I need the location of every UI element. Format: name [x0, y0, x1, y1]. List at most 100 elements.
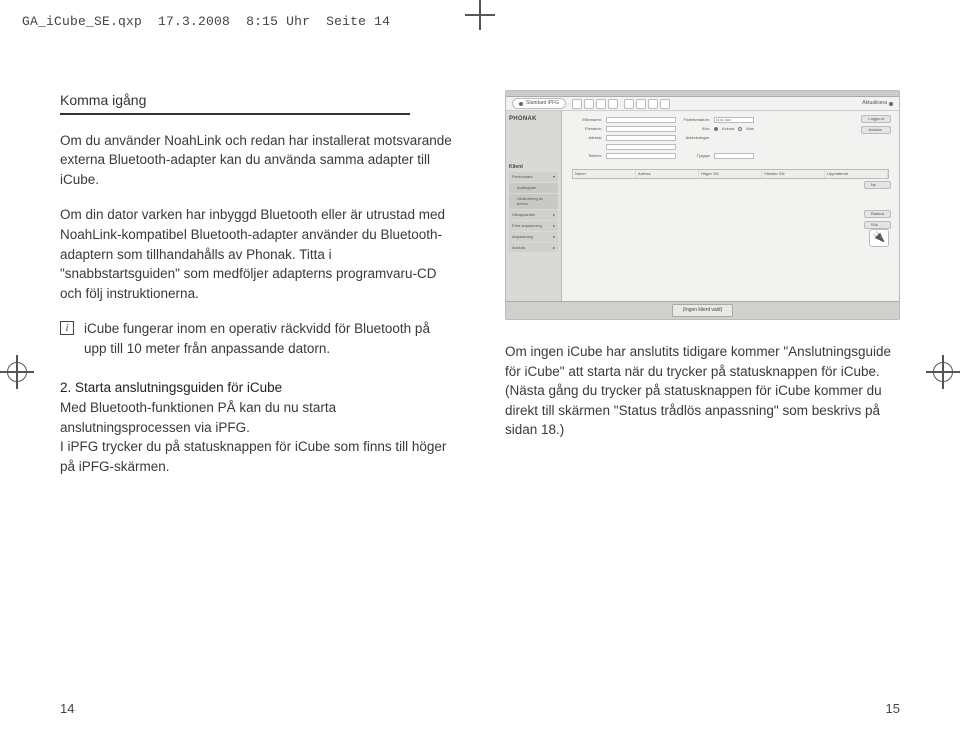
ss-tool-icon[interactable]: [660, 99, 670, 109]
ss-icon-group-1: [572, 99, 618, 109]
info-callout: i iCube fungerar inom en operativ räckvi…: [60, 319, 455, 358]
btn-label: Logga ut: [868, 116, 884, 122]
header-filename: GA_iCube_SE.qxp: [22, 14, 142, 29]
ss-brand-logo: PHONAK: [509, 115, 558, 124]
column-right: Standard iPFG Aktualisera: [505, 90, 900, 694]
crop-mark-right: [926, 355, 960, 389]
input-dob[interactable]: 01.01.1902: [714, 117, 754, 123]
ss-tool-icon[interactable]: [608, 99, 618, 109]
th-address: Adress: [636, 170, 699, 178]
input-phone[interactable]: [606, 153, 676, 159]
ss-nav-persondata[interactable]: Persondata ▾: [509, 172, 558, 182]
info-icon: i: [60, 321, 74, 335]
input-address2[interactable]: [606, 144, 676, 150]
label-dob: Födelsedatum:: [680, 117, 710, 123]
input-lastname[interactable]: [606, 117, 676, 123]
ss-nav-label: Avsluta: [512, 245, 525, 251]
ss-tool-icon[interactable]: [596, 99, 606, 109]
plug-icon: 🔌: [873, 231, 885, 246]
input-address[interactable]: [606, 135, 676, 141]
btn-label: Sök: [871, 222, 878, 228]
ss-tool-icon[interactable]: [648, 99, 658, 109]
ss-nav-label: Anpassning: [512, 234, 533, 240]
header-page: Seite 14: [326, 14, 390, 29]
ss-nav-fore[interactable]: Före anpassning ▸: [509, 221, 558, 231]
ss-status-text: (Ingen klient vald): [672, 304, 733, 317]
ss-sidebar: PHONAK Klient Persondata ▾ Audiogram Utvä…: [506, 111, 562, 301]
ss-new-button[interactable]: Ny: [864, 181, 891, 189]
ss-mode-label: Standard iPFG: [526, 100, 559, 107]
input-tjugspr[interactable]: [714, 153, 754, 159]
input-firstname[interactable]: [606, 126, 676, 132]
crop-mark-left: [0, 355, 34, 389]
ss-row-address2: [572, 144, 889, 150]
step-2-text-1: Med Bluetooth-funktionen PÅ kan du nu st…: [60, 400, 336, 435]
ss-nav-audiogram[interactable]: Audiogram: [509, 183, 558, 193]
th-updated: Uppdaterad: [825, 170, 888, 178]
ss-mode-pill[interactable]: Standard iPFG: [512, 98, 566, 109]
ss-tool-icon[interactable]: [624, 99, 634, 109]
header-time: 8:15 Uhr: [246, 14, 310, 29]
refresh-icon: [889, 102, 893, 106]
ss-main-panel: Logga ut Avsluta Efternamn: Födelsedatum…: [562, 111, 899, 301]
title-underline: [60, 113, 410, 115]
ss-search-button[interactable]: Sök: [864, 221, 891, 229]
ss-nav-anpassning[interactable]: Anpassning▸: [509, 232, 558, 242]
ss-table-actions: Ny Radera Sök: [864, 181, 891, 229]
chevron-down-icon: ▾: [553, 174, 555, 180]
ss-row-phone: Telefon: Tjugspr: [572, 153, 889, 159]
ss-row-firstname: Förnamn: Kön: Kvinna Man: [572, 126, 889, 132]
ss-refresh-label: Aktualisera: [862, 100, 887, 107]
app-screenshot: Standard iPFG Aktualisera: [505, 90, 900, 320]
ss-nav-label: Före anpassning: [512, 223, 542, 229]
icube-status-button[interactable]: 🔌: [869, 229, 889, 247]
ss-client-table: Namn Adress Höger SN Vänster SN Uppdater…: [572, 169, 889, 179]
ss-tool-icon[interactable]: [572, 99, 582, 109]
ss-nav-utvardering[interactable]: Utvärdering av behov: [509, 194, 558, 210]
ss-toolbar: Standard iPFG Aktualisera: [506, 97, 899, 111]
ss-body: PHONAK Klient Persondata ▾ Audiogram Utvä…: [506, 111, 899, 301]
chevron-right-icon: ▸: [553, 223, 555, 229]
info-text: iCube fungerar inom en operativ räckvidd…: [84, 319, 455, 358]
step-2-block: 2. Starta anslutningsguiden för iCube Me…: [60, 378, 455, 476]
page-content: Komma igång Om du använder NoahLink och …: [60, 90, 900, 694]
radio-female[interactable]: [714, 127, 718, 131]
ss-nav-avsluta[interactable]: Avsluta ▸: [509, 243, 558, 253]
th-name: Namn: [573, 170, 636, 178]
label-notes: Anteckningar:: [680, 135, 710, 141]
dob-value: 01.01.1902: [716, 118, 731, 122]
crop-mark-top: [465, 0, 495, 30]
ss-statusbar: (Ingen klient vald): [506, 301, 899, 319]
ss-exit-button[interactable]: Avsluta: [861, 126, 891, 134]
btn-label: Radera: [871, 211, 884, 217]
ss-nav-label: Audiogram: [517, 185, 536, 191]
section-title: Komma igång: [60, 90, 455, 110]
label-firstname: Förnamn:: [572, 126, 602, 132]
th-left: Vänster SN: [762, 170, 825, 178]
ss-tool-icon[interactable]: [636, 99, 646, 109]
ss-tool-icon[interactable]: [584, 99, 594, 109]
page-number-left: 14: [60, 701, 74, 716]
ss-nav-label: Hörapparater: [512, 212, 536, 218]
ss-right-buttons: Logga ut Avsluta: [861, 115, 891, 134]
ss-refresh[interactable]: Aktualisera: [862, 100, 893, 107]
ss-logout-button[interactable]: Logga ut: [861, 115, 891, 123]
ss-delete-button[interactable]: Radera: [864, 210, 891, 218]
header-date: 17.3.2008: [158, 14, 230, 29]
label-female: Kvinna: [722, 126, 734, 132]
label-address: Adress:: [572, 135, 602, 141]
btn-label: Avsluta: [868, 127, 881, 133]
label-phone: Telefon:: [572, 153, 602, 159]
ss-nav-label: Persondata: [512, 174, 532, 180]
step-2-heading: 2. Starta anslutningsguiden för iCube: [60, 380, 282, 395]
radio-male[interactable]: [738, 127, 742, 131]
ss-nav-horapparater[interactable]: Hörapparater▸: [509, 210, 558, 220]
ss-group-klient: Klient: [509, 164, 558, 171]
page-number-right: 15: [886, 701, 900, 716]
step-2-text-2: I iPFG trycker du på statusknappen för i…: [60, 439, 446, 474]
paragraph-intro: Om du använder NoahLink och redan har in…: [60, 131, 455, 190]
ss-row-lastname: Efternamn: Födelsedatum: 01.01.1902: [572, 117, 889, 123]
th-right: Höger SN: [699, 170, 762, 178]
paragraph-right-1: Om ingen iCube har anslutits tidigare ko…: [505, 342, 900, 440]
chevron-right-icon: ▸: [553, 245, 555, 251]
